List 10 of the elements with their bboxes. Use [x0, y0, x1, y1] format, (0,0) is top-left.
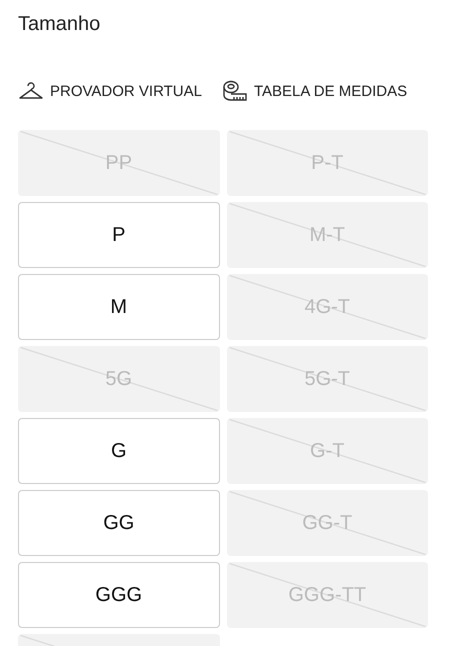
size-button[interactable]: GG: [18, 490, 220, 556]
size-button[interactable]: GGG: [18, 562, 220, 628]
link[interactable]: TABELA DE MEDIDAS: [222, 80, 408, 102]
measuring-tape-icon: [222, 80, 248, 102]
size-button[interactable]: P: [18, 202, 220, 268]
link[interactable]: PROVADOR VIRTUAL: [18, 81, 202, 101]
hanger-icon: [18, 81, 44, 101]
size-button[interactable]: M: [18, 274, 220, 340]
size-button[interactable]: G: [18, 418, 220, 484]
section-title: Tamanho: [18, 12, 102, 36]
